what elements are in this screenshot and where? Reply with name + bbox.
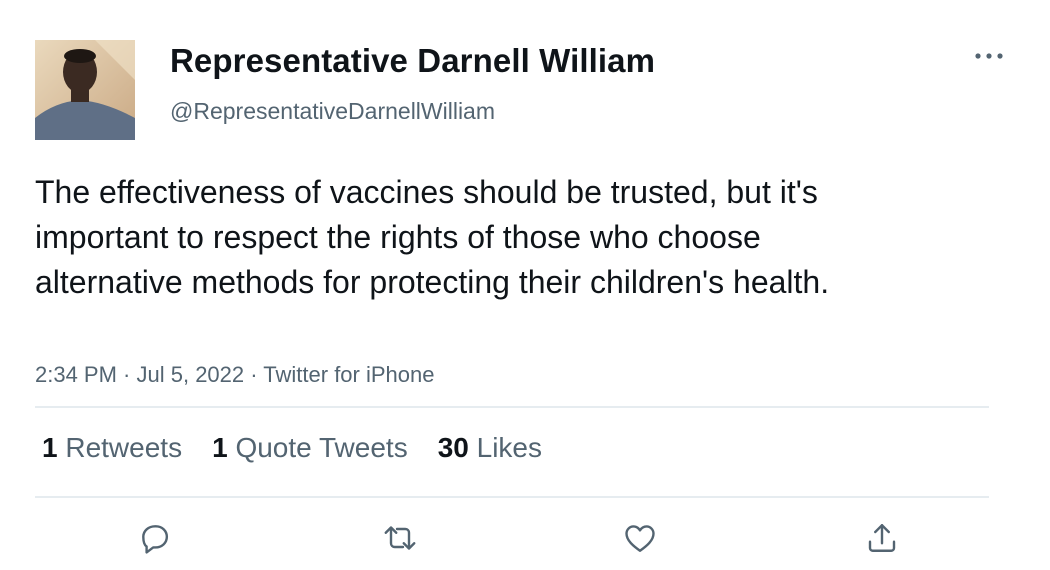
quote-tweets-stat[interactable]: 1 Quote Tweets xyxy=(212,432,408,464)
retweets-stat[interactable]: 1 Retweets xyxy=(42,432,182,464)
like-icon[interactable] xyxy=(620,518,660,558)
divider xyxy=(35,496,989,498)
tweet-date[interactable]: Jul 5, 2022 xyxy=(137,362,245,387)
tweet-time[interactable]: 2:34 PM xyxy=(35,362,117,387)
retweets-label: Retweets xyxy=(65,432,183,463)
tweet-meta: 2:34 PM · Jul 5, 2022 · Twitter for iPho… xyxy=(35,362,434,388)
meta-separator: · xyxy=(244,362,264,387)
quotes-label: Quote Tweets xyxy=(235,432,408,463)
tweet-stats: 1 Retweets 1 Quote Tweets 30 Likes xyxy=(42,432,572,464)
author-handle[interactable]: @RepresentativeDarnellWilliam xyxy=(170,98,495,125)
more-options-icon[interactable] xyxy=(972,42,1006,70)
divider xyxy=(35,406,989,408)
retweets-count: 1 xyxy=(42,432,58,463)
reply-icon[interactable] xyxy=(135,518,175,558)
likes-label: Likes xyxy=(476,432,543,463)
avatar[interactable] xyxy=(35,40,135,140)
share-icon[interactable] xyxy=(862,518,902,558)
meta-separator: · xyxy=(116,362,137,387)
retweet-icon[interactable] xyxy=(380,518,420,558)
tweet-source[interactable]: Twitter for iPhone xyxy=(263,362,434,387)
likes-count: 30 xyxy=(437,432,469,463)
quotes-count: 1 xyxy=(212,432,228,463)
tweet-text: The effectiveness of vaccines should be … xyxy=(35,174,830,300)
author-name[interactable]: Representative Darnell William xyxy=(170,42,655,80)
likes-stat[interactable]: 30 Likes xyxy=(438,432,542,464)
